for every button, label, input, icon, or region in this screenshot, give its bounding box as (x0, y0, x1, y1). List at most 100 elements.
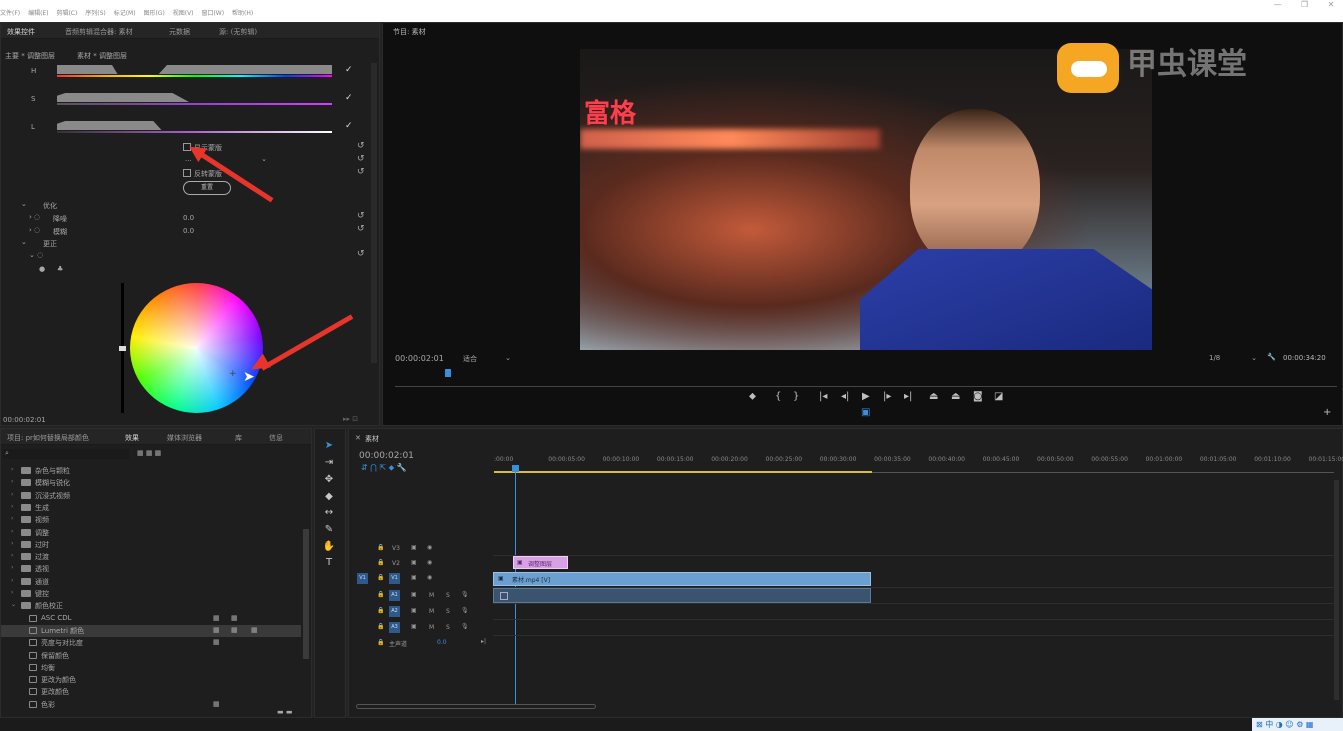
extract-icon[interactable]: ⏏ (951, 391, 960, 402)
mute-button[interactable]: M (429, 624, 434, 631)
menu-edit[interactable]: 编辑(E) (28, 10, 48, 17)
track-a1[interactable]: 🔒 A1 ▣ M S 🎙 (349, 588, 492, 603)
hand-tool-icon[interactable]: ✋ (322, 541, 336, 555)
menu-marker[interactable]: 标记(M) (114, 10, 136, 17)
invert-mask-checkbox[interactable] (183, 169, 191, 177)
tab-effects[interactable]: 效果 (125, 433, 139, 443)
effects-filter-icons[interactable]: ▦ ▦ ▦ (137, 449, 161, 457)
track-a2-name[interactable]: A2 (389, 606, 400, 617)
ime-icons[interactable]: ⊠ 中 ◑ ☺ ⚙ ▦ (1256, 719, 1313, 730)
effects-list-item[interactable]: 均衡 (1, 662, 301, 674)
mark-out-icon[interactable]: } (793, 391, 799, 402)
reset-icon[interactable]: ↺ (357, 211, 365, 221)
multicam-icon[interactable]: ▣ (861, 407, 870, 418)
luminance-slider[interactable] (57, 121, 332, 133)
tab-audio-mixer[interactable]: 音频剪辑混合器: 素材 (65, 27, 133, 37)
menu-window[interactable]: 窗口(W) (201, 10, 224, 17)
minimize-button[interactable]: — (1266, 0, 1290, 9)
mute-button[interactable]: M (429, 608, 434, 615)
close-button[interactable]: ✕ (1319, 0, 1343, 9)
chevron-down-icon[interactable]: ⌄ (11, 601, 16, 608)
effects-search-input[interactable]: ⌕ (3, 449, 129, 459)
eye-icon[interactable]: ◉ (427, 574, 432, 581)
effects-list-item[interactable]: 色彩 ▦ (1, 699, 301, 711)
wheel-mode-dot-icon[interactable]: ● (39, 265, 45, 273)
denoise-expand-icon[interactable]: › ◌ (29, 213, 40, 221)
track-master[interactable]: 🔒 主声道 0.0 ▸| (349, 636, 492, 651)
chevron-right-icon[interactable]: › (11, 577, 13, 584)
pen-tool-icon[interactable]: ✎ (322, 524, 336, 538)
effects-folder[interactable]: › 通道 (1, 576, 301, 588)
optimize-chevron-icon[interactable]: ⌄ (21, 200, 27, 208)
timeline-close-icon[interactable]: ✕ (355, 434, 361, 442)
selection-tool-icon[interactable]: ➤ (322, 440, 336, 454)
chevron-right-icon[interactable]: › (11, 528, 13, 535)
reset-icon[interactable]: ↺ (357, 167, 365, 177)
microphone-icon[interactable]: 🎙 (461, 623, 469, 630)
tab-info[interactable]: 信息 (269, 433, 283, 443)
luma-slider-handle[interactable] (119, 346, 126, 351)
program-timecode[interactable]: 00:00:02:01 (395, 354, 444, 363)
sync-lock-icon[interactable]: ▣ (411, 544, 417, 551)
effects-list-item[interactable]: 更改颜色 (1, 686, 301, 698)
source-patch-v1[interactable]: V1 (357, 573, 368, 584)
effects-folder[interactable]: › 过渡 (1, 551, 301, 563)
effects-folder[interactable]: › 沉浸式视频 (1, 490, 301, 502)
lock-icon[interactable]: 🔒 (377, 591, 384, 598)
stopwatch-icon[interactable]: ⌄ ◌ (29, 251, 43, 259)
menu-sequence[interactable]: 序列(S) (85, 10, 106, 17)
blur-expand-icon[interactable]: › ◌ (29, 226, 40, 234)
program-monitor-title[interactable]: 节目: 素材 (393, 27, 426, 37)
effects-folder[interactable]: › 视频 (1, 514, 301, 526)
ripple-edit-tool-icon[interactable]: ✥ (322, 474, 336, 488)
go-to-in-icon[interactable]: |◂ (819, 391, 827, 402)
track-a2[interactable]: 🔒 A2 ▣ M S 🎙 (349, 604, 492, 619)
effects-folder[interactable]: › 生成 (1, 502, 301, 514)
microphone-icon[interactable]: 🎙 (461, 591, 469, 598)
chevron-right-icon[interactable]: › (11, 503, 13, 510)
tab-source[interactable]: 源: (无剪辑) (219, 27, 257, 37)
chevron-right-icon[interactable]: › (11, 540, 13, 547)
effects-folder[interactable]: › 杂色与颗粒 (1, 465, 301, 477)
maximize-button[interactable]: ❐ (1292, 0, 1316, 9)
audio-clip[interactable] (493, 588, 871, 603)
chevron-right-icon[interactable]: › (11, 466, 13, 473)
breadcrumb-clip[interactable]: 素材 * 调整图层 (77, 51, 127, 61)
wrench-icon[interactable]: 🔧 (1267, 353, 1276, 361)
chevron-right-icon[interactable]: › (11, 491, 13, 498)
reset-button[interactable]: 重置 (183, 181, 231, 195)
breadcrumb-master[interactable]: 主要 * 调整图层 (5, 51, 55, 61)
track-v3[interactable]: 🔒 V3 ▣ ◉ (349, 541, 492, 556)
blur-value[interactable]: 0.0 (183, 227, 194, 235)
button-editor-icon[interactable]: + (1323, 407, 1331, 418)
video-clip[interactable]: ▣ 素材.mp4 [V] (493, 572, 871, 586)
effects-folder[interactable]: › 透视 (1, 563, 301, 575)
new-folder-icon[interactable]: ▬ ▬ (277, 708, 292, 716)
lock-icon[interactable]: 🔒 (377, 574, 384, 581)
track-v1[interactable]: V1 🔒 V1 ▣ ◉ (349, 571, 492, 586)
program-playhead[interactable] (445, 369, 451, 377)
lock-icon[interactable]: 🔒 (377, 559, 384, 566)
reset-icon[interactable]: ↺ (357, 249, 365, 259)
lift-icon[interactable]: ⏏ (929, 391, 938, 402)
effect-controls-scrollbar[interactable] (371, 63, 377, 363)
effects-list-item[interactable]: 亮度与对比度 ▦ (1, 637, 301, 649)
color-wheel[interactable] (130, 283, 263, 413)
sync-lock-icon[interactable]: ▣ (411, 591, 417, 598)
go-to-out-icon[interactable]: ▸| (904, 391, 912, 402)
denoise-value[interactable]: 0.0 (183, 214, 194, 222)
track-a3-name[interactable]: A3 (389, 622, 400, 633)
resolution-dropdown[interactable]: 1/8 ⌄ (1209, 354, 1257, 362)
chevron-right-icon[interactable]: › (11, 478, 13, 485)
go-to-end-icon[interactable]: ▸| (481, 638, 486, 645)
hue-enable-check[interactable]: ✓ (345, 65, 353, 75)
fit-dropdown[interactable]: 适合 ⌄ (463, 354, 511, 364)
effects-folder-color-correction[interactable]: ⌄ 颜色校正 (1, 600, 301, 612)
export-frame-icon[interactable]: ◙ (973, 391, 983, 402)
tab-metadata[interactable]: 元数据 (169, 27, 190, 37)
effects-scrollbar[interactable] (303, 529, 309, 659)
luminance-enable-check[interactable]: ✓ (345, 121, 353, 131)
chevron-right-icon[interactable]: › (11, 515, 13, 522)
effects-folder[interactable]: › 模糊与锐化 (1, 477, 301, 489)
timeline-vertical-scrollbar[interactable] (1334, 480, 1339, 700)
